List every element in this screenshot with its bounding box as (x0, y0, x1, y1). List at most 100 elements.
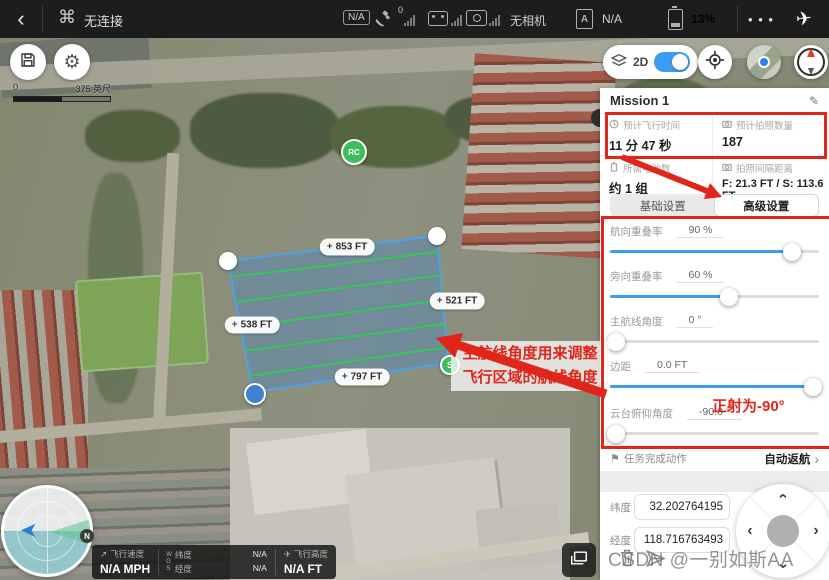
gps-satellite-icon (374, 9, 392, 32)
layers-icon (611, 53, 627, 72)
map-layers-button[interactable] (562, 543, 596, 577)
edit-mission-button[interactable]: ✎ (809, 94, 819, 108)
slider-course-angle: 主航线角度0 ° (610, 308, 819, 352)
locate-icon (705, 50, 725, 75)
edge-length-label[interactable]: + 521 FT (430, 293, 485, 310)
edge-length-label[interactable]: + 797 FT (335, 369, 390, 386)
takeoff-plane-icon: ✈ (795, 7, 813, 32)
settings-button[interactable]: ⚙ (54, 44, 90, 80)
battery-icon (609, 162, 619, 175)
gps-signal-bars (404, 15, 415, 26)
view-mode-toggle[interactable] (654, 52, 690, 72)
view-mode-label: 2D (633, 55, 648, 69)
slider-track[interactable] (610, 432, 819, 435)
compass-reset-button[interactable] (794, 45, 828, 79)
altitude-plane-icon: ✈ (284, 549, 291, 560)
divider (42, 6, 43, 32)
camera-icon (466, 10, 487, 26)
camera-icon (722, 162, 732, 175)
battery-icon (668, 9, 683, 30)
edge-length-label[interactable]: + 538 FT (225, 317, 280, 334)
slider-thumb[interactable] (607, 425, 625, 443)
camera-icon (722, 119, 732, 132)
dpad-up-button[interactable]: › (775, 488, 791, 504)
edge-length-label[interactable]: + 853 FT (320, 239, 375, 256)
slider-track[interactable] (610, 340, 819, 343)
slider-value-field[interactable]: 0.0 FT (645, 359, 699, 373)
map-scale-bar: 0 375 英尺 (13, 82, 111, 102)
scale-start: 0 (13, 82, 18, 95)
battery-percent: 13% (691, 12, 715, 26)
dpad-center-button[interactable] (767, 515, 799, 547)
slider-course-overlap: 航向重叠率90 % (610, 218, 819, 262)
map-building (475, 502, 563, 570)
telemetry-altitude: ✈飞行高度 N/A FT (276, 545, 336, 579)
compass-north-badge: N (80, 529, 94, 543)
stat-battery-count: 所需电池数 约 1 组 (600, 156, 712, 192)
polygon-vertex-handle[interactable] (219, 252, 237, 270)
aircraft-heading-icon: ➤ (20, 518, 38, 543)
flight-mode-icon: A (576, 9, 593, 29)
flight-compass[interactable]: ➤ (1, 485, 93, 577)
slider-thumb[interactable] (720, 288, 738, 306)
more-button[interactable]: • • • (744, 0, 778, 38)
back-chevron-icon: ‹ (17, 6, 24, 32)
telemetry-coordinates: 纬度N/A 经度N/A (172, 545, 275, 579)
polygon-vertex-handle[interactable] (428, 227, 446, 245)
map-trees (190, 93, 340, 168)
slider-thumb[interactable] (804, 378, 822, 396)
slider-thumb[interactable] (607, 333, 625, 351)
compass-icon (797, 48, 825, 76)
flag-icon: ⚑ (610, 452, 620, 465)
move-cross-icon: + (437, 296, 443, 307)
scale-end: 375 英尺 (75, 82, 111, 95)
latitude-field[interactable]: 32.202764195 (634, 494, 730, 520)
telemetry-bar: ↗飞行速度 N/A MPH WGS 纬度N/A 经度N/A ✈飞行高度 N/A … (92, 545, 336, 579)
watermark: CSDN @一别如斯AA (608, 545, 794, 572)
slider-track[interactable] (610, 295, 819, 298)
remote-controller-icon (428, 11, 448, 26)
slider-track[interactable] (610, 385, 819, 388)
back-button[interactable]: ‹ (0, 0, 42, 38)
slider-thumb[interactable] (783, 243, 801, 261)
gear-icon: ⚙ (63, 51, 80, 74)
satellite-count: 0 (398, 5, 403, 15)
move-cross-icon: + (232, 320, 238, 331)
polygon-vertex-handle-selected[interactable] (244, 383, 266, 405)
mission-header: Mission 1 ✎ (600, 88, 829, 114)
map-view-mode-control: 2D (603, 45, 698, 79)
annotation-gimbal-note: 正射为-90° (712, 395, 785, 416)
telemetry-speed: ↗飞行速度 N/A MPH (92, 545, 158, 579)
minimap-button[interactable] (747, 45, 781, 79)
map-red-roofs (461, 53, 616, 258)
connection-status: 无连接 (84, 11, 123, 30)
mission-planning-app: S RC + 853 FT + 521 FT + 538 FT + 797 FT… (0, 0, 829, 580)
slider-margin: 边距0.0 FT (610, 353, 819, 397)
finish-action-row[interactable]: ⚑ 任务完成动作 自动返航 › (600, 445, 829, 471)
slider-value-field[interactable]: 90 % (677, 224, 725, 238)
mode-badge: N/A (343, 10, 370, 25)
save-mission-button[interactable] (10, 44, 46, 80)
tab-advanced-settings[interactable]: 高级设置 (715, 195, 819, 216)
save-icon (19, 51, 37, 74)
layers-stack-icon (570, 550, 588, 571)
speed-arrow-icon: ↗ (100, 549, 107, 560)
slider-track[interactable] (610, 250, 819, 253)
dpad-right-button[interactable]: › (808, 523, 824, 539)
dpad-left-button[interactable]: › (742, 523, 758, 539)
takeoff-button[interactable]: ✈ (779, 0, 829, 38)
locate-button[interactable] (698, 45, 732, 79)
slider-value-field[interactable]: 60 % (677, 269, 725, 283)
flight-mode-value: N/A (602, 12, 622, 26)
stat-photo-count: 预计拍照数量 187 (713, 113, 829, 155)
camera-signal-bars (489, 15, 500, 26)
slider-value-field[interactable]: 0 ° (677, 314, 714, 328)
camera-status: 无相机 (510, 12, 546, 29)
map-sports-field (75, 272, 209, 373)
stat-photo-interval: 拍照间隔距离 F: 21.3 FT / S: 113.6 FT (713, 156, 829, 192)
settings-tabs: 基础设置 高级设置 (610, 194, 819, 217)
tab-basic-settings[interactable]: 基础设置 (611, 195, 715, 216)
rc-location-marker: RC (341, 139, 367, 165)
stat-flight-time: 预计飞行时间 11 分 47 秒 (600, 113, 712, 155)
slider-side-overlap: 旁向重叠率60 % (610, 263, 819, 307)
